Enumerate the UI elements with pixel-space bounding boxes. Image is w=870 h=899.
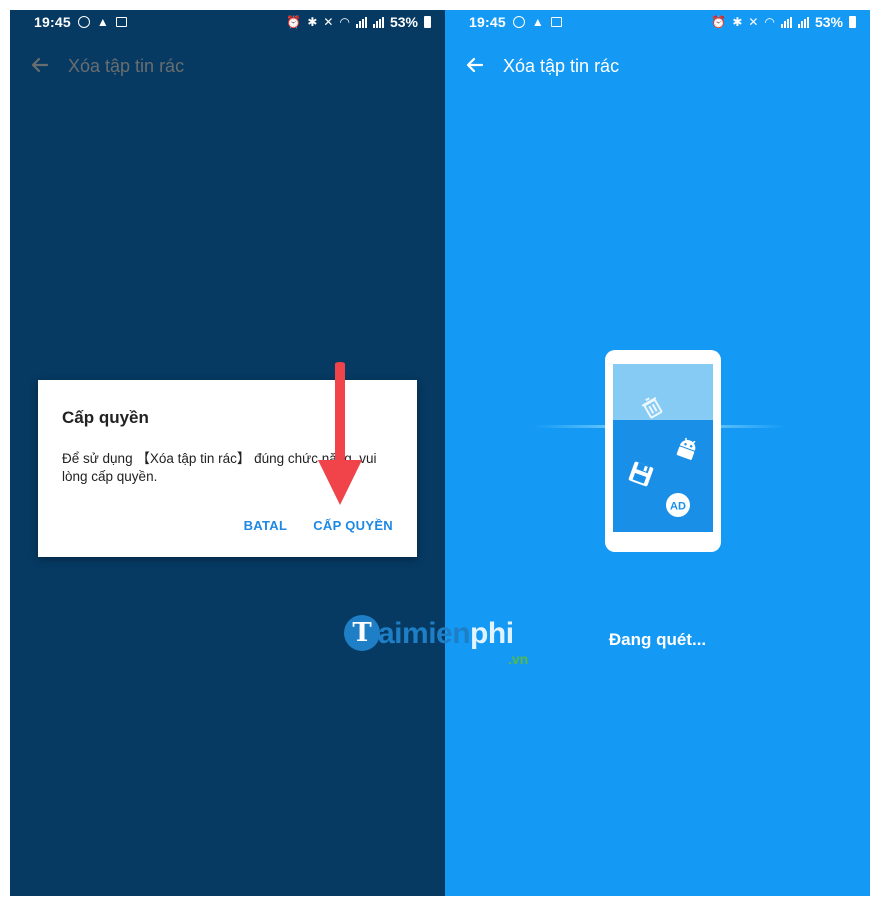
page-title: Xóa tập tin rác <box>68 56 185 76</box>
cancel-button[interactable]: BATAL <box>244 518 288 533</box>
trash-icon <box>641 396 663 419</box>
shield-icon <box>512 16 525 28</box>
shield-icon <box>77 16 90 28</box>
svg-text:AD: AD <box>670 501 686 513</box>
home-icon: ▲ <box>531 15 544 29</box>
battery-icon <box>424 16 431 28</box>
alarm-icon: ⏰ <box>711 15 727 29</box>
wifi-icon: ◠ <box>339 15 350 29</box>
status-time-right: 19:45 <box>469 14 506 30</box>
battery-percent: 53% <box>389 14 418 30</box>
android-icon <box>676 437 696 460</box>
watermark-text: aimienphi <box>378 617 514 650</box>
image-icon <box>550 17 562 27</box>
ad-icon: AD <box>666 493 690 517</box>
floppy-icon <box>628 461 654 487</box>
home-icon: ▲ <box>96 15 109 29</box>
app-bar: Xóa tập tin rác <box>10 50 445 80</box>
grant-permission-button[interactable]: CẤP QUYỀN <box>313 518 393 533</box>
signal-icon-2 <box>797 16 809 28</box>
bluetooth-icon: ✱ <box>732 15 743 29</box>
signal-icon <box>355 16 367 28</box>
status-time: 19:45 <box>34 14 71 30</box>
dialog-title: Cấp quyền <box>62 408 149 427</box>
app-bar-right: Xóa tập tin rác <box>445 50 870 80</box>
battery-icon <box>849 16 856 28</box>
mute-icon: ✕ <box>748 15 759 29</box>
right-screen: 19:45 ▲ ⏰ ✱ ✕ ◠ 53% Xóa tập tin rác AD Đ… <box>445 10 870 896</box>
watermark-logo: T aimienphi .vn <box>344 615 544 671</box>
wifi-icon: ◠ <box>764 15 775 29</box>
phone-screen: AD <box>613 364 713 532</box>
signal-icon <box>780 16 792 28</box>
signal-icon-2 <box>372 16 384 28</box>
back-arrow-icon[interactable] <box>30 55 50 75</box>
status-bar-right: 19:45 ▲ ⏰ ✱ ✕ ◠ 53% <box>445 10 870 36</box>
watermark-logo-mark: T <box>344 615 380 651</box>
left-screen: 19:45 ▲ ⏰ ✱ ✕ ◠ 53% Xóa tập tin rác Cấp … <box>10 10 445 896</box>
red-arrow-annotation <box>318 362 362 505</box>
watermark-tld: .vn <box>508 651 529 667</box>
mute-icon: ✕ <box>323 15 334 29</box>
bluetooth-icon: ✱ <box>307 15 318 29</box>
status-bar: 19:45 ▲ ⏰ ✱ ✕ ◠ 53% <box>10 10 445 36</box>
back-arrow-icon[interactable] <box>465 55 485 75</box>
phone-illustration: AD <box>605 350 721 552</box>
alarm-icon: ⏰ <box>286 15 302 29</box>
battery-percent-right: 53% <box>814 14 843 30</box>
image-icon <box>115 17 127 27</box>
page-title-right: Xóa tập tin rác <box>503 56 620 76</box>
